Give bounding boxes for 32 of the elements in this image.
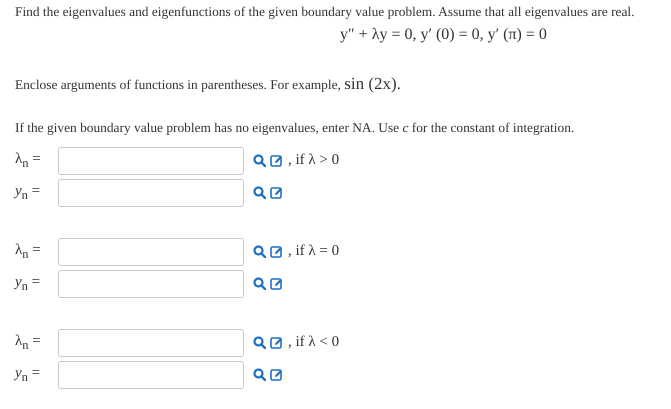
instruction-text: Enclose arguments of functions in parentheses. For example, bbox=[15, 77, 341, 92]
edit-icon[interactable] bbox=[270, 154, 283, 167]
condition-text: , if λ = 0 bbox=[288, 243, 340, 260]
condition-text: , if λ < 0 bbox=[288, 334, 340, 351]
variable-label: y$_{n}$ = bbox=[15, 182, 42, 202]
variable-label: λ$_{n}$ = bbox=[15, 332, 42, 352]
answer-field[interactable] bbox=[58, 270, 244, 298]
boundary-value-equation: y″ + λy = 0, y′ (0) = 0, y′ (π) = 0 bbox=[339, 26, 548, 44]
condition-text: , if λ > 0 bbox=[288, 152, 340, 169]
variable-label: y$_{n}$ = bbox=[15, 274, 42, 294]
example-expression: sin (2x). bbox=[344, 74, 401, 93]
answer-field[interactable] bbox=[58, 238, 244, 266]
variable-label: λ$_{n}$ = bbox=[15, 150, 42, 170]
edit-icon[interactable] bbox=[270, 186, 283, 199]
search-icon[interactable] bbox=[253, 154, 266, 167]
search-icon[interactable] bbox=[253, 186, 266, 199]
problem-statement: Find the eigenvalues and eigenfunctions of the given boundary value problem. Assume that all eigenvalues are real. bbox=[15, 4, 636, 20]
search-icon[interactable] bbox=[253, 368, 266, 381]
edit-icon[interactable] bbox=[270, 336, 283, 349]
answer-field[interactable] bbox=[58, 328, 244, 356]
edit-icon[interactable] bbox=[270, 245, 283, 258]
answer-field[interactable] bbox=[58, 360, 244, 388]
answer-field[interactable] bbox=[58, 146, 244, 174]
edit-icon[interactable] bbox=[270, 277, 283, 290]
search-icon[interactable] bbox=[253, 277, 266, 290]
variable-label: y$_{n}$ = bbox=[15, 364, 42, 384]
edit-icon[interactable] bbox=[270, 368, 283, 381]
search-icon[interactable] bbox=[253, 245, 266, 258]
answer-field[interactable] bbox=[58, 178, 244, 206]
variable-label: λ$_{n}$ = bbox=[15, 242, 42, 262]
search-icon[interactable] bbox=[253, 336, 266, 349]
instruction-text: If the given boundary value problem has no eigenvalues, enter NA. Use c for the constant of integration. bbox=[15, 120, 576, 136]
